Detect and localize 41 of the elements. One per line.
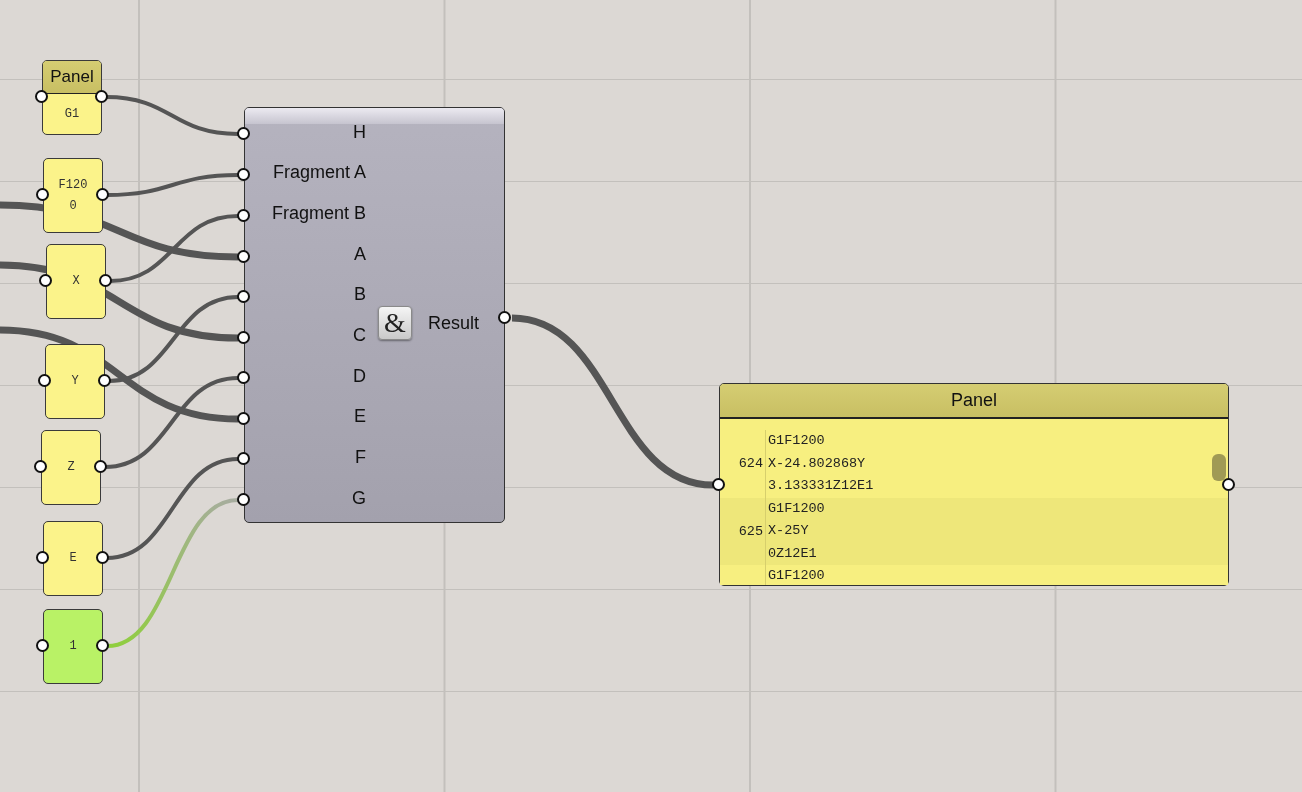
output-label: Result <box>428 312 480 334</box>
input-label: D <box>353 364 366 388</box>
concatenate-component[interactable]: H Fragment A Fragment B A B C D E F G & Result <box>244 107 505 523</box>
input-label: Fragment B <box>271 201 366 225</box>
node-value: Z <box>66 459 76 477</box>
panel-node[interactable]: Z <box>41 430 101 505</box>
input-label: A <box>354 242 366 266</box>
output-grip[interactable] <box>1222 478 1235 491</box>
panel-node[interactable]: E <box>43 521 103 596</box>
line-number: 624 <box>738 456 763 472</box>
node-value: Y <box>70 373 80 391</box>
number-node[interactable]: 1 <box>43 609 103 684</box>
node-value: G1 <box>63 105 81 123</box>
line-number: 625 <box>738 523 763 539</box>
input-label: H <box>353 120 366 144</box>
output-panel[interactable]: Panel 624 G1F1200 X-24.802868Y 3.133331Z12E1 625 G1F1200 X-25Y 0Z12E1 G1F1200 <box>719 383 1229 586</box>
input-label: F <box>355 446 366 470</box>
node-value: 1 <box>68 638 78 656</box>
input-label: B <box>354 283 366 307</box>
node-value: X <box>71 273 81 291</box>
panel-line: X-25Y <box>768 522 810 540</box>
panel-line: X-24.802868Y <box>768 454 867 473</box>
panel-node[interactable]: F1200 <box>43 158 103 233</box>
panel-node[interactable]: Y <box>45 344 105 419</box>
input-label: G <box>352 486 366 510</box>
panel-node[interactable]: X <box>46 244 106 319</box>
panel-title: Panel <box>720 384 1228 419</box>
panel-line: G1F1200 <box>768 567 825 585</box>
panel-node[interactable]: Panel G1 <box>42 60 102 135</box>
scrollbar-thumb[interactable] <box>1212 454 1226 481</box>
input-label: C <box>353 324 366 347</box>
panel-line: G1F1200 <box>768 499 825 518</box>
input-label: Fragment A <box>272 161 366 185</box>
node-value: E <box>68 550 78 568</box>
panel-line: 3.133331Z12E1 <box>768 477 874 495</box>
input-label: E <box>354 405 366 429</box>
ampersand-icon: & <box>378 306 412 340</box>
node-value: F1200 <box>58 177 88 215</box>
node-title: Panel <box>43 61 101 94</box>
panel-line: G1F1200 <box>768 432 826 450</box>
panel-line: 0Z12E1 <box>768 544 818 563</box>
